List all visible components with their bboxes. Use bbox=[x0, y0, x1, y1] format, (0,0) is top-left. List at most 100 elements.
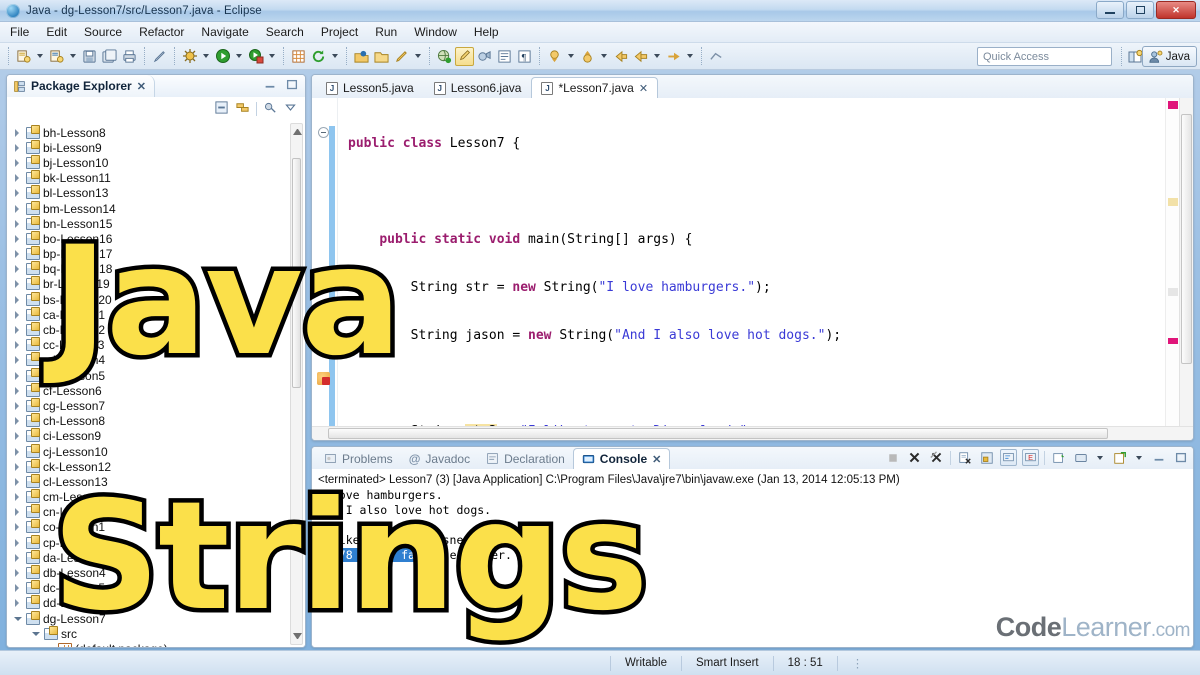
editor-gutter[interactable] bbox=[312, 98, 338, 426]
expand-arrow-icon[interactable] bbox=[13, 340, 23, 350]
menu-item-edit[interactable]: Edit bbox=[46, 25, 67, 39]
search-pen-icon[interactable] bbox=[392, 47, 411, 66]
view-menu-filter-icon[interactable] bbox=[263, 100, 278, 118]
tab-console[interactable]: Console ✕ bbox=[572, 448, 671, 469]
tab-problems[interactable]: Problems bbox=[316, 448, 401, 469]
tree-item-cb-lesson2[interactable]: cb-Lesson2 bbox=[13, 322, 305, 337]
scroll-lock-icon[interactable] bbox=[978, 449, 995, 466]
previous-annotation-icon[interactable] bbox=[578, 47, 597, 66]
expand-arrow-icon[interactable] bbox=[13, 598, 23, 608]
tree-item-ci-lesson9[interactable]: ci-Lesson9 bbox=[13, 428, 305, 444]
expand-arrow-icon[interactable] bbox=[13, 173, 23, 183]
code-editor[interactable]: public class Lesson7 { public static voi… bbox=[312, 98, 1193, 426]
refresh-dropdown-icon[interactable] bbox=[332, 54, 338, 58]
back-dropdown-icon[interactable] bbox=[654, 54, 660, 58]
expand-arrow-icon[interactable] bbox=[13, 416, 23, 426]
menu-item-refactor[interactable]: Refactor bbox=[139, 25, 184, 39]
close-icon[interactable]: ✕ bbox=[137, 80, 146, 93]
external-tools-dropdown-icon[interactable] bbox=[269, 54, 275, 58]
maximize-view-icon[interactable] bbox=[1172, 449, 1189, 466]
expand-arrow-icon[interactable] bbox=[13, 234, 23, 244]
console-dropdown-icon[interactable] bbox=[1097, 455, 1103, 460]
quick-access-input[interactable]: Quick Access bbox=[977, 47, 1112, 66]
tree-item-da-lesson3[interactable]: da-Lesson3 bbox=[13, 549, 305, 565]
expand-arrow-icon[interactable] bbox=[13, 219, 23, 229]
previous-annotation-dropdown-icon[interactable] bbox=[601, 54, 607, 58]
new-package-icon[interactable] bbox=[289, 47, 308, 66]
tree-item-bl-lesson13[interactable]: bl-Lesson13 bbox=[13, 185, 305, 201]
save-all-icon[interactable] bbox=[100, 47, 119, 66]
tree-item-cf-lesson6[interactable]: cf-Lesson6 bbox=[13, 382, 305, 398]
menu-item-project[interactable]: Project bbox=[321, 25, 358, 39]
save-icon[interactable] bbox=[80, 47, 99, 66]
new-java-dropdown-icon[interactable] bbox=[70, 54, 76, 58]
tree-item-co-lesson1[interactable]: co-Lesson1 bbox=[13, 519, 305, 535]
expand-arrow-icon[interactable] bbox=[13, 553, 23, 563]
expand-arrow-icon[interactable] bbox=[13, 568, 23, 578]
scroll-down-icon[interactable] bbox=[293, 633, 302, 641]
menu-item-run[interactable]: Run bbox=[375, 25, 397, 39]
close-icon[interactable]: ✕ bbox=[639, 82, 648, 95]
expand-arrow-icon[interactable] bbox=[13, 264, 23, 274]
menu-item-search[interactable]: Search bbox=[266, 25, 304, 39]
tree-item-cp-lesson2[interactable]: cp-Lesson2 bbox=[13, 534, 305, 550]
tree-item-default-package[interactable]: (default package) bbox=[13, 641, 305, 647]
expand-arrow-icon[interactable] bbox=[13, 507, 23, 517]
forward-arrow-icon[interactable] bbox=[664, 47, 683, 66]
minimize-button[interactable] bbox=[1096, 1, 1124, 19]
expand-arrow-icon[interactable] bbox=[13, 188, 23, 198]
perspective-java-button[interactable]: Java bbox=[1141, 46, 1197, 67]
open-console-icon[interactable] bbox=[1111, 449, 1128, 466]
tree-item-cl-lesson13[interactable]: cl-Lesson13 bbox=[13, 473, 305, 489]
code-text[interactable]: public class Lesson7 { public static voi… bbox=[338, 98, 1193, 426]
tree-item-bo-lesson16[interactable]: bo-Lesson16 bbox=[13, 230, 305, 246]
overview-ruler[interactable] bbox=[1165, 98, 1179, 426]
error-marker-icon[interactable] bbox=[317, 372, 330, 385]
run-icon[interactable] bbox=[213, 47, 232, 66]
expand-arrow-icon[interactable] bbox=[13, 431, 23, 441]
expand-arrow-icon[interactable] bbox=[13, 492, 23, 502]
tree-item-bn-lesson15[interactable]: bn-Lesson15 bbox=[13, 215, 305, 231]
show-console-on-error-icon[interactable]: E bbox=[1022, 449, 1039, 466]
expand-arrow-icon[interactable] bbox=[13, 447, 23, 457]
scrollbar-thumb[interactable] bbox=[1181, 114, 1192, 364]
expand-arrow-icon[interactable] bbox=[13, 371, 23, 381]
error-overview-marker-2[interactable] bbox=[1168, 338, 1178, 344]
expand-arrow-icon[interactable] bbox=[13, 355, 23, 365]
back-arrow-icon[interactable] bbox=[631, 47, 650, 66]
tree-item-bq-lesson18[interactable]: bq-Lesson18 bbox=[13, 261, 305, 277]
tree-item-ce-lesson5[interactable]: ce-Lesson5 bbox=[13, 367, 305, 383]
open-type-icon[interactable] bbox=[352, 47, 371, 66]
tree-item-cc-lesson3[interactable]: cc-Lesson3 bbox=[13, 337, 305, 353]
expand-arrow-icon[interactable] bbox=[13, 279, 23, 289]
expand-arrow-icon[interactable] bbox=[45, 644, 55, 647]
tree-item-dg-lesson7[interactable]: dg-Lesson7 bbox=[13, 610, 305, 626]
expand-arrow-icon[interactable] bbox=[13, 522, 23, 532]
tree-item-bm-lesson14[interactable]: bm-Lesson14 bbox=[13, 200, 305, 216]
project-tree[interactable]: bh-Lesson8 bi-Lesson9 bj-Lesson10 bk-Lesson… bbox=[7, 121, 305, 647]
expand-arrow-icon[interactable] bbox=[13, 325, 23, 335]
package-explorer-tab[interactable]: Package Explorer ✕ bbox=[7, 75, 155, 97]
tree-item-bh-lesson8[interactable]: bh-Lesson8 bbox=[13, 124, 305, 140]
display-selected-console-icon[interactable] bbox=[1072, 449, 1089, 466]
show-whitespace-icon[interactable] bbox=[495, 47, 514, 66]
explorer-scrollbar[interactable] bbox=[290, 123, 303, 645]
quick-fix-pen-icon[interactable] bbox=[150, 47, 169, 66]
expand-arrow-icon[interactable] bbox=[13, 401, 23, 411]
editor-vertical-scrollbar[interactable] bbox=[1179, 98, 1193, 426]
next-annotation-icon[interactable] bbox=[545, 47, 564, 66]
print-icon[interactable] bbox=[120, 47, 139, 66]
fold-collapse-icon[interactable] bbox=[318, 127, 329, 138]
minimize-view-icon[interactable] bbox=[263, 78, 277, 95]
warning-overview-marker[interactable] bbox=[1168, 198, 1178, 206]
tree-item-bs-lesson20[interactable]: bs-Lesson20 bbox=[13, 291, 305, 307]
expand-arrow-icon[interactable] bbox=[13, 158, 23, 168]
tree-item-cn-lesson15[interactable]: cn-Lesson15 bbox=[13, 504, 305, 520]
expand-arrow-icon[interactable] bbox=[13, 386, 23, 396]
pin-console-icon[interactable] bbox=[1050, 449, 1067, 466]
expand-arrow-icon[interactable] bbox=[13, 310, 23, 320]
new-wizard-icon[interactable] bbox=[14, 47, 33, 66]
menu-item-file[interactable]: File bbox=[10, 25, 29, 39]
scrollbar-thumb[interactable] bbox=[292, 158, 301, 388]
editor-horizontal-scrollbar[interactable] bbox=[312, 426, 1193, 440]
